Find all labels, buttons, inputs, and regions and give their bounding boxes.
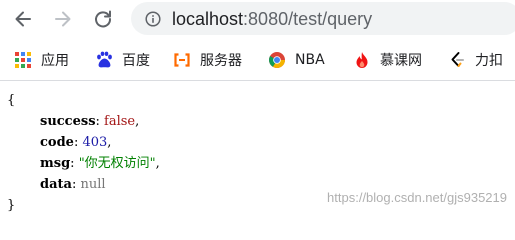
bookmark-label: 服务器	[200, 53, 242, 69]
bookmark-label: 慕课网	[380, 53, 422, 69]
bookmark-leetcode[interactable]: 力扣	[448, 49, 503, 71]
bookmark-mooc[interactable]: 慕课网	[353, 49, 422, 71]
url-host: localhost	[172, 9, 244, 29]
url-text: localhost:8080/test/query	[172, 8, 372, 30]
bookmark-nba[interactable]: NBA	[268, 49, 325, 71]
bookmark-apps[interactable]: 应用	[14, 49, 69, 71]
json-value: null	[80, 177, 106, 192]
baidu-paw-icon	[97, 51, 112, 68]
arrow-left-icon	[15, 11, 31, 27]
bookmarks-bar: 应用 百度 服务器 NBA 慕课网 力扣	[0, 40, 515, 81]
forward-button[interactable]	[50, 6, 76, 32]
reload-icon	[95, 10, 112, 28]
json-field-data: data: null	[40, 177, 106, 192]
json-key: data	[40, 177, 72, 192]
nba-chrome-icon	[269, 52, 285, 68]
url-path: :8080/test/query	[243, 9, 373, 29]
bookmark-server[interactable]: 服务器	[173, 49, 242, 71]
back-button[interactable]	[10, 6, 36, 32]
address-bar[interactable]: localhost:8080/test/query	[131, 2, 515, 35]
json-field-success: success: false,	[40, 114, 140, 129]
json-field-msg: msg: "你无权访问",	[40, 156, 160, 171]
json-key: code	[40, 135, 74, 150]
browser-toolbar: localhost:8080/test/query	[0, 0, 515, 38]
mooc-flame-icon	[356, 52, 368, 68]
leetcode-icon	[451, 52, 464, 67]
json-value: "你无权访问"	[78, 156, 156, 171]
json-value: false	[104, 114, 136, 129]
aliyun-icon	[174, 53, 190, 67]
bookmark-label: 应用	[41, 53, 69, 69]
bookmark-label: NBA	[295, 52, 325, 68]
watermark: https://blog.csdn.net/gjs935219	[327, 190, 507, 205]
json-key: msg	[40, 156, 71, 171]
bookmark-baidu[interactable]: 百度	[95, 49, 150, 71]
json-close-brace: }	[7, 198, 16, 213]
arrow-right-icon	[55, 11, 71, 27]
reload-button[interactable]	[90, 6, 116, 32]
bookmark-label: 百度	[122, 53, 150, 69]
info-icon[interactable]	[145, 11, 161, 27]
json-open-brace: {	[7, 93, 16, 108]
apps-grid-icon	[15, 52, 31, 68]
json-viewer: { success: false, code: 403, msg: "你无权访问…	[7, 90, 160, 216]
bookmark-label: 力扣	[475, 53, 503, 69]
json-field-code: code: 403,	[40, 135, 112, 150]
json-key: success	[40, 114, 96, 129]
json-value: 403	[82, 135, 108, 150]
